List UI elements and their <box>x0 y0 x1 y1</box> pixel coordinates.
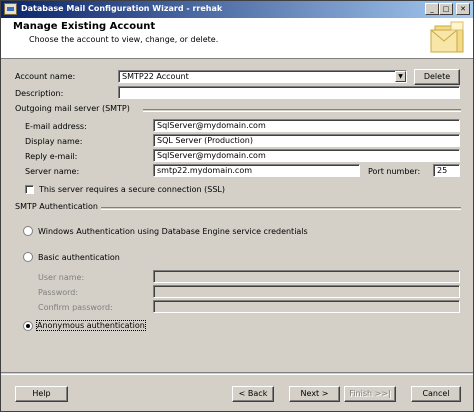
footer-divider <box>1 372 473 375</box>
page-title: Manage Existing Account <box>13 21 156 32</box>
next-button[interactable]: Next > <box>289 386 340 402</box>
confirm-password-field[interactable] <box>153 300 460 313</box>
username-field[interactable] <box>153 270 460 283</box>
basic-auth-label: Basic authentication <box>38 253 120 262</box>
description-label: Description: <box>15 89 64 98</box>
delete-button[interactable]: Delete <box>414 69 460 85</box>
windows-auth-label: Windows Authentication using Database En… <box>38 227 308 236</box>
finish-button[interactable]: Finish >>| <box>344 386 396 402</box>
window-title: Database Mail Configuration Wizard - rre… <box>21 4 223 13</box>
app-icon <box>4 3 17 15</box>
maximize-button[interactable]: □ <box>439 3 453 15</box>
mail-envelope-icon <box>430 21 464 53</box>
password-field[interactable] <box>153 285 460 298</box>
group-divider <box>143 109 461 112</box>
basic-auth-radio[interactable] <box>23 252 33 262</box>
windows-auth-radio[interactable] <box>23 226 33 236</box>
auth-group-label: SMTP Authentication <box>15 202 98 211</box>
reply-email-label: Reply e-mail: <box>25 152 78 161</box>
back-button[interactable]: < Back <box>232 386 274 402</box>
port-number-field[interactable]: 25 <box>433 164 460 177</box>
page-subtitle: Choose the account to view, change, or d… <box>29 35 219 44</box>
username-label: User name: <box>38 273 85 282</box>
anonymous-auth-label: Anonymous authentication <box>36 320 146 331</box>
cancel-button[interactable]: Cancel <box>411 386 461 402</box>
description-field[interactable] <box>118 86 460 99</box>
display-name-field[interactable]: SQL Server (Production) <box>153 134 460 147</box>
title-bar[interactable]: Database Mail Configuration Wizard - rre… <box>1 1 473 18</box>
minimize-button[interactable]: _ <box>425 3 439 15</box>
ssl-checkbox[interactable] <box>25 185 34 194</box>
email-label: E-mail address: <box>25 122 87 131</box>
port-number-label: Port number: <box>368 167 421 176</box>
group-divider <box>101 207 461 210</box>
password-label: Password: <box>38 288 79 297</box>
wizard-header: Manage Existing Account Choose the accou… <box>1 18 473 59</box>
server-name-field[interactable]: smtp22.mydomain.com <box>153 164 360 177</box>
account-name-dropdown[interactable]: SMTP22 Account ▼ <box>118 70 407 83</box>
reply-email-field[interactable]: SqlServer@mydomain.com <box>153 149 460 162</box>
chevron-down-icon[interactable]: ▼ <box>395 71 406 82</box>
ssl-label: This server requires a secure connection… <box>39 185 225 194</box>
anonymous-auth-radio[interactable] <box>23 321 33 331</box>
wizard-window: Database Mail Configuration Wizard - rre… <box>0 0 474 412</box>
outgoing-group-label: Outgoing mail server (SMTP) <box>15 104 130 113</box>
confirm-password-label: Confirm password: <box>38 303 113 312</box>
email-field[interactable]: SqlServer@mydomain.com <box>153 119 460 132</box>
server-name-label: Server name: <box>25 167 80 176</box>
display-name-label: Display name: <box>25 137 83 146</box>
help-button[interactable]: Help <box>15 386 68 402</box>
account-name-value: SMTP22 Account <box>122 72 189 81</box>
close-button[interactable]: ✕ <box>456 3 470 15</box>
account-name-label: Account name: <box>15 72 76 81</box>
